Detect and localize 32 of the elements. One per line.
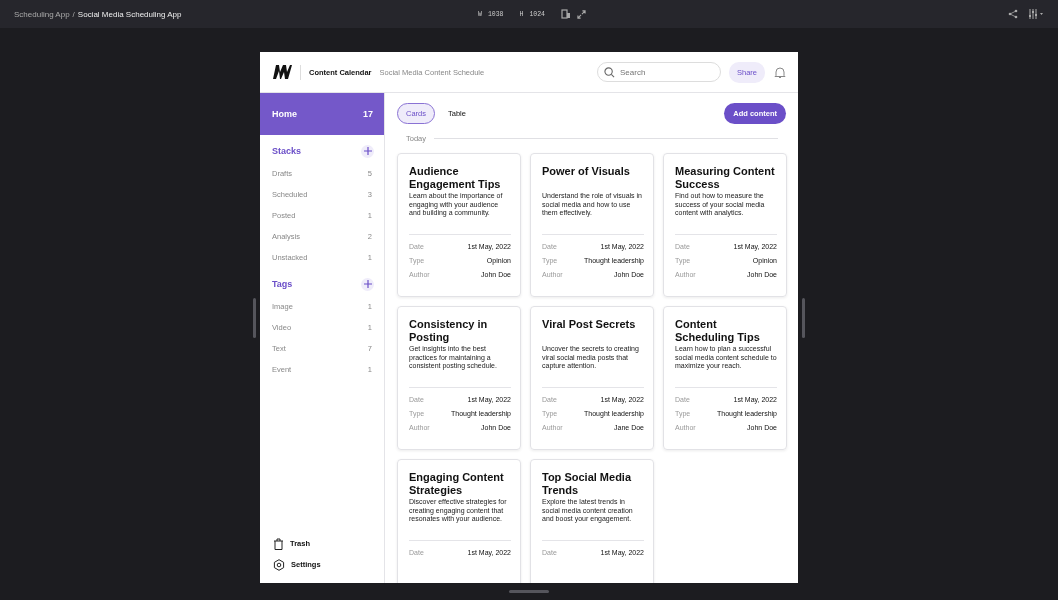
breadcrumb-link[interactable]: Scheduling App bbox=[14, 9, 70, 19]
card-title: Top Social Media Trends bbox=[542, 471, 633, 497]
bell-icon[interactable] bbox=[774, 65, 786, 79]
section-title: Tags bbox=[272, 279, 293, 289]
add-button[interactable] bbox=[361, 277, 374, 291]
share-icon[interactable] bbox=[1008, 9, 1018, 19]
breadcrumb-separator: / bbox=[72, 9, 75, 19]
card-title: Consistency in Posting bbox=[409, 318, 489, 344]
card-title: Viral Post Secrets bbox=[542, 318, 637, 332]
home-label: Home bbox=[272, 109, 297, 119]
home-nav-item[interactable]: Home 17 bbox=[260, 93, 384, 135]
resize-handle[interactable] bbox=[802, 298, 805, 338]
card-title: Audience Engagement Tips bbox=[409, 165, 502, 191]
trash-icon bbox=[273, 537, 284, 550]
device-icon[interactable] bbox=[561, 9, 572, 19]
resize-handle[interactable] bbox=[509, 590, 549, 593]
expand-icon[interactable] bbox=[577, 9, 587, 19]
card-title: Measuring Content Success bbox=[675, 165, 776, 191]
breadcrumb-current: Social Media Scheduling App bbox=[77, 9, 182, 19]
card-title: Engaging Content Strategies bbox=[409, 471, 505, 497]
section-title: Stacks bbox=[272, 146, 302, 156]
card-title: Content Scheduling Tips bbox=[675, 318, 761, 344]
settings-icon bbox=[273, 558, 285, 571]
card-title: Power of Visuals bbox=[542, 165, 631, 179]
logo-icon bbox=[272, 65, 292, 79]
adjustments-icon[interactable] bbox=[1028, 9, 1044, 19]
home-count: 17 bbox=[363, 109, 373, 119]
search-field[interactable]: Search bbox=[597, 62, 721, 82]
plus-icon bbox=[363, 280, 372, 288]
add-button[interactable] bbox=[361, 144, 374, 158]
plus-icon bbox=[363, 147, 372, 155]
resize-handle[interactable] bbox=[253, 298, 256, 338]
